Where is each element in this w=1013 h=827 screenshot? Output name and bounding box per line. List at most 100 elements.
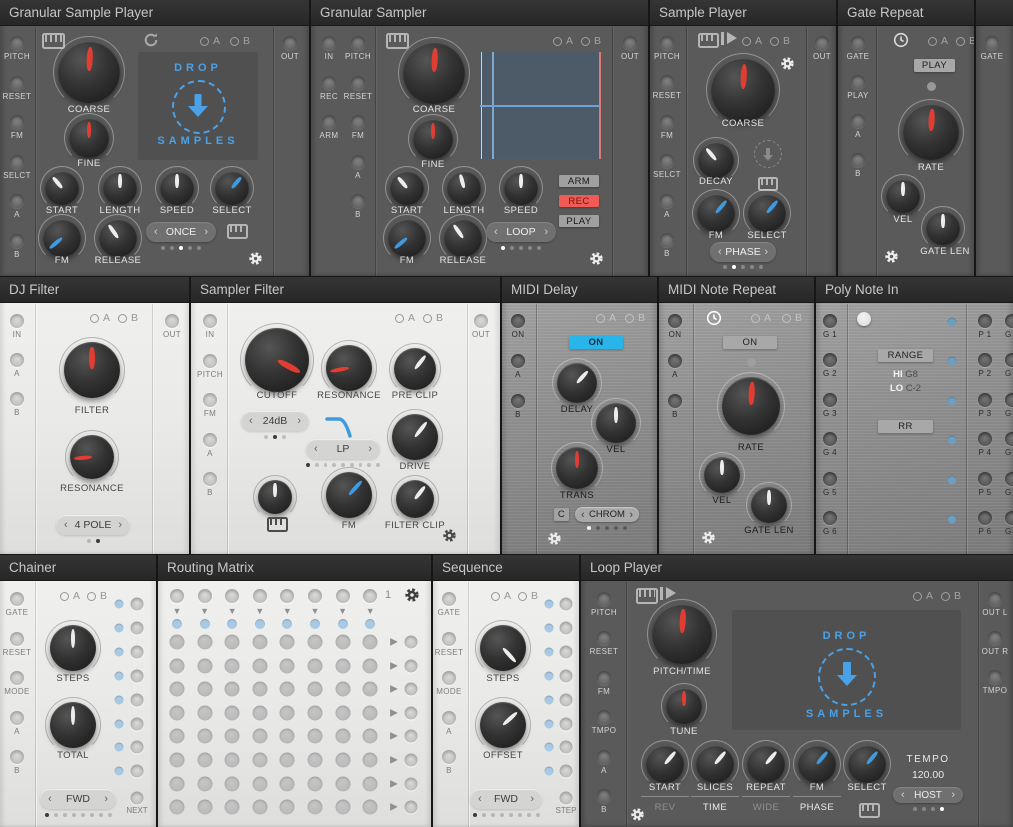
length-knob[interactable] [447, 171, 481, 205]
ab-select-b[interactable]: B [625, 312, 645, 324]
jack-g-5[interactable]: G 5 [816, 472, 853, 497]
jack-port[interactable] [131, 621, 144, 634]
phase-toggle[interactable]: PHASE [762, 802, 872, 813]
jack-port[interactable] [10, 392, 24, 406]
jack-out[interactable]: OUT [458, 314, 500, 339]
matrix-cell[interactable] [335, 800, 350, 815]
drop-samples-zone[interactable]: DROP SAMPLES [138, 52, 258, 160]
jack-port[interactable] [165, 314, 179, 328]
jack-port[interactable] [170, 589, 184, 603]
pre-clip-knob[interactable] [394, 348, 436, 390]
jack-b[interactable]: B [838, 153, 881, 178]
ab-select-a[interactable]: A [395, 312, 415, 324]
matrix-cell[interactable] [225, 705, 240, 720]
jack-port[interactable] [351, 76, 365, 90]
jack-port[interactable] [203, 314, 217, 328]
root-note-button[interactable]: C [554, 508, 569, 521]
jack-g-1[interactable]: G 1 [816, 314, 853, 339]
jack-a[interactable]: A [0, 711, 40, 736]
jack-port[interactable] [668, 394, 682, 408]
module-title[interactable]: MIDI Note Repeat [659, 277, 814, 303]
jack-port[interactable] [10, 76, 24, 90]
ab-select-b[interactable]: B [423, 312, 443, 324]
jack-g-2[interactable]: G 2 [816, 353, 853, 378]
steps-knob[interactable] [50, 625, 96, 671]
jack-pitch[interactable]: PITCH [581, 592, 627, 617]
resonance-knob[interactable] [70, 435, 114, 479]
vel-knob[interactable] [886, 179, 920, 213]
selector-next[interactable]: › [204, 226, 208, 238]
tune-knob[interactable] [666, 688, 702, 724]
jack-gate[interactable]: GATE [838, 36, 881, 61]
module-title[interactable]: Granular Sampler [311, 0, 648, 26]
cutoff-knob[interactable] [245, 328, 309, 392]
matrix-cell[interactable] [308, 635, 323, 650]
jack-port[interactable] [131, 717, 144, 730]
jack-port[interactable] [597, 592, 611, 606]
selector-next[interactable]: › [118, 519, 122, 531]
jack-fm[interactable]: FM [581, 671, 627, 696]
ab-select-a[interactable]: A [491, 590, 511, 602]
key-track-knob[interactable] [258, 480, 292, 514]
module-title[interactable]: Routing Matrix [158, 555, 431, 581]
ab-select-a[interactable]: A [751, 312, 771, 324]
matrix-cell[interactable] [252, 729, 267, 744]
jack-port[interactable] [10, 234, 24, 248]
gear-icon[interactable] [630, 807, 645, 822]
jack-out[interactable]: OUT [267, 36, 309, 61]
scale-selector[interactable]: ‹CHROM› [575, 507, 639, 522]
jack-port[interactable] [10, 353, 24, 367]
module-title[interactable]: Gate Repeat [838, 0, 974, 26]
coarse-knob[interactable] [403, 42, 465, 104]
selector-next[interactable]: › [368, 443, 372, 455]
on-button[interactable]: ON [723, 336, 777, 349]
jack-port[interactable] [623, 36, 637, 50]
jack-port[interactable] [10, 632, 24, 646]
rate-knob[interactable] [903, 104, 959, 160]
sync-selector[interactable]: ‹HOST› [893, 787, 963, 803]
fine-knob[interactable] [413, 119, 453, 159]
jack-port[interactable] [823, 472, 837, 486]
jack-port[interactable] [597, 789, 611, 803]
jack-port[interactable] [283, 36, 297, 50]
jack-port[interactable] [988, 631, 1002, 645]
coarse-knob[interactable] [58, 41, 120, 103]
jack-port[interactable] [131, 693, 144, 706]
module-title[interactable]: MIDI Delay [502, 277, 657, 303]
jack-port[interactable] [985, 36, 999, 50]
jack-port[interactable] [1005, 472, 1013, 486]
gear-icon[interactable] [404, 587, 420, 603]
jack-reset[interactable]: RESET [650, 75, 690, 100]
matrix-cell[interactable] [252, 753, 267, 768]
matrix-cell[interactable] [335, 635, 350, 650]
matrix-cell[interactable] [225, 800, 240, 815]
matrix-cell[interactable] [363, 658, 378, 673]
gear-icon[interactable] [589, 251, 604, 266]
clock-icon[interactable] [893, 32, 909, 48]
trans-knob[interactable] [556, 447, 598, 489]
jack-g-3[interactable]: G 3 [989, 393, 1013, 418]
jack-play[interactable]: PLAY [838, 75, 881, 100]
slices-knob[interactable] [696, 745, 734, 783]
module-title[interactable]: Sequence [433, 555, 579, 581]
module-title[interactable]: Poly Note In [816, 277, 1013, 303]
jack-port[interactable] [405, 754, 418, 767]
jack-port[interactable] [560, 693, 573, 706]
repeat-knob[interactable] [747, 745, 785, 783]
jack-a[interactable]: A [433, 711, 472, 736]
jack-port[interactable] [10, 711, 24, 725]
jack-reset[interactable]: RESET [0, 632, 40, 657]
matrix-cell[interactable] [308, 658, 323, 673]
selector-prev[interactable]: ‹ [249, 415, 253, 427]
jack-a[interactable]: A [335, 155, 381, 180]
filter-knob[interactable] [64, 342, 120, 398]
jack-port[interactable] [280, 589, 294, 603]
ab-select-a[interactable]: A [200, 35, 220, 47]
range-button[interactable]: RANGE [878, 349, 933, 362]
resonance-knob[interactable] [326, 345, 372, 391]
jack-port[interactable] [511, 314, 525, 328]
jack-reset[interactable]: RESET [433, 632, 472, 657]
ab-select-b[interactable]: B [956, 35, 974, 47]
jack-a[interactable]: A [659, 354, 698, 379]
jack-port[interactable] [405, 801, 418, 814]
